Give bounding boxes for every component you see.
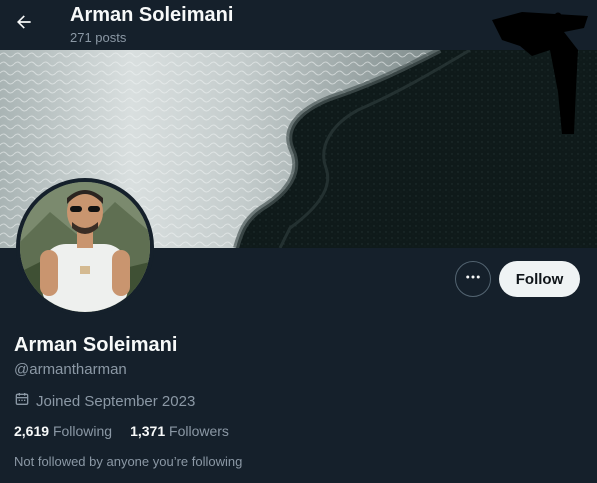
calendar-icon	[14, 391, 30, 411]
join-date: Joined September 2023	[14, 391, 195, 411]
display-name: Arman Soleimani	[14, 334, 178, 356]
followers-count: 1,371	[130, 423, 166, 439]
join-date-text: Joined September 2023	[36, 392, 196, 410]
avatar[interactable]	[16, 178, 154, 316]
user-handle: @armantharman	[14, 361, 127, 378]
more-horizontal-icon	[464, 268, 482, 291]
arrow-left-icon	[14, 12, 34, 37]
followers-you-know-note: Not followed by anyone you’re following	[14, 454, 243, 469]
following-label: Following	[52, 423, 113, 439]
more-options-button[interactable]	[455, 261, 491, 297]
followers-label: Followers	[169, 423, 229, 439]
redaction-mark	[492, 12, 588, 134]
posts-count: 271 posts	[70, 30, 127, 45]
following-count: 2,619	[14, 423, 50, 439]
followers-link[interactable]: 1,371 Followers	[130, 423, 229, 439]
following-link[interactable]: 2,619 Following	[14, 423, 112, 439]
follow-stats: 2,619 Following 1,371 Followers	[14, 423, 229, 439]
back-button[interactable]	[8, 8, 40, 40]
header-title: Arman Soleimani	[70, 4, 234, 26]
avatar-photo	[20, 182, 150, 312]
follow-button[interactable]: Follow	[499, 261, 580, 297]
